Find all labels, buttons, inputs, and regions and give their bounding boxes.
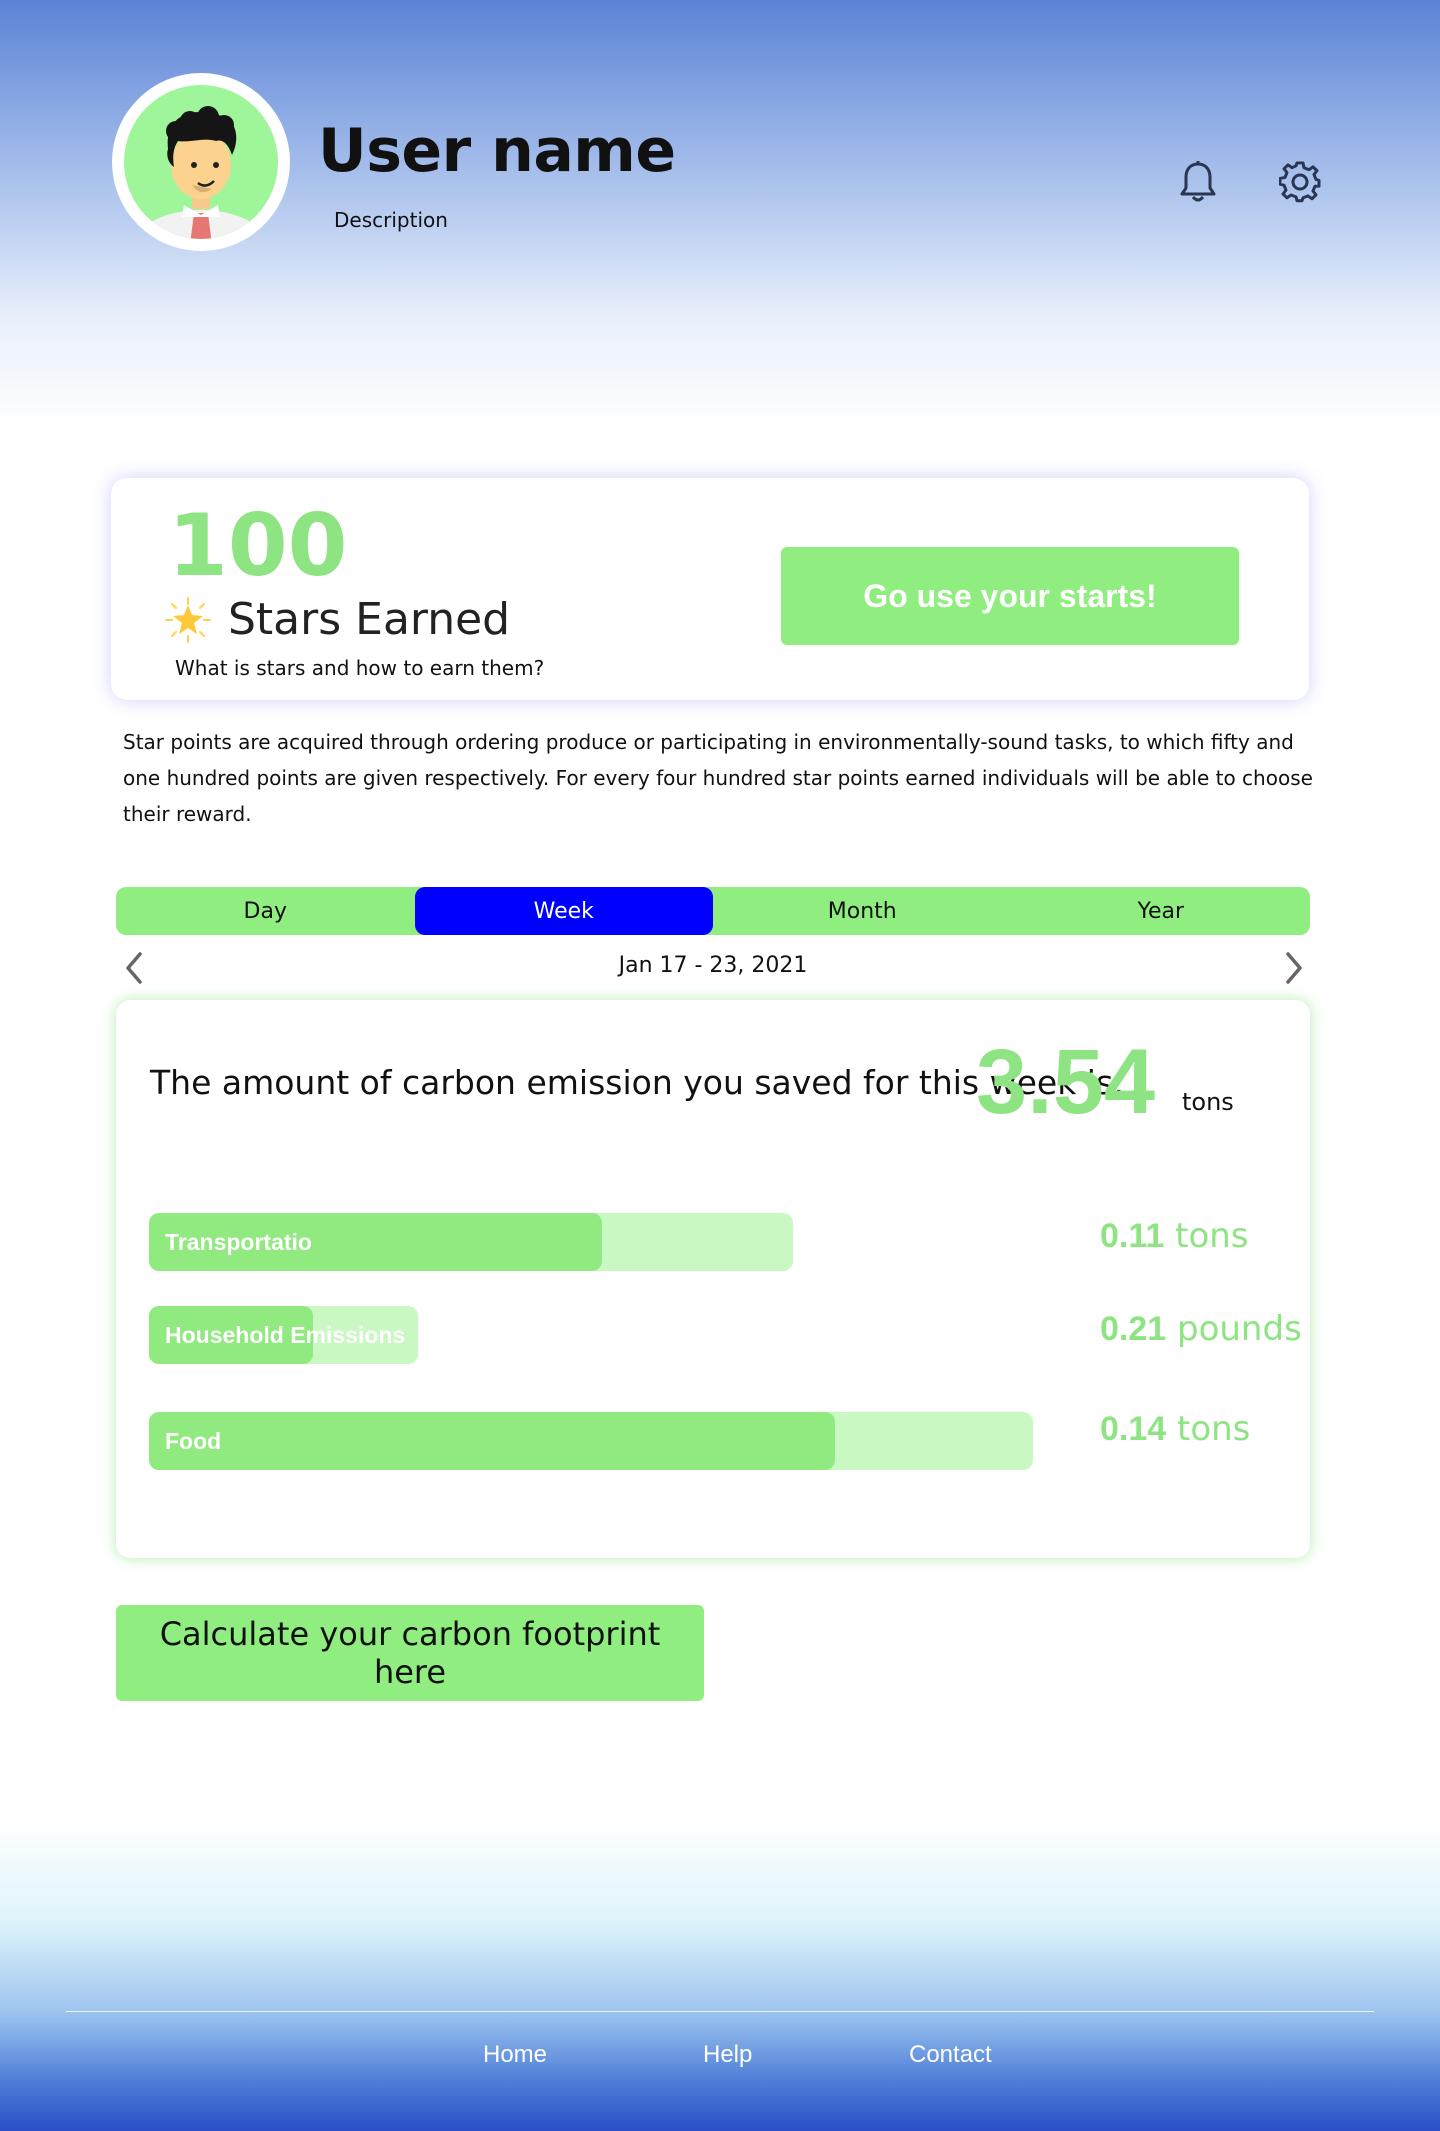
category-bar-food: Food bbox=[149, 1412, 1033, 1470]
avatar-illustration bbox=[124, 85, 278, 239]
star-icon bbox=[164, 596, 212, 644]
footer-link-help[interactable]: Help bbox=[703, 2041, 752, 2069]
footer-divider bbox=[66, 2011, 1374, 2012]
category-label: Transportatio bbox=[165, 1228, 312, 1255]
avatar[interactable] bbox=[112, 73, 290, 251]
stars-earned-label: Stars Earned bbox=[228, 594, 511, 645]
use-stars-button[interactable]: Go use your starts! bbox=[781, 547, 1239, 645]
footer-link-contact[interactable]: Contact bbox=[909, 2041, 992, 2069]
username: User name bbox=[318, 116, 676, 186]
category-value-transportation: 0.11 tons bbox=[1100, 1216, 1249, 1256]
notifications-bell-icon[interactable] bbox=[1176, 160, 1220, 204]
stars-help-link[interactable]: What is stars and how to earn them? bbox=[175, 656, 544, 680]
category-value-food: 0.14 tons bbox=[1100, 1409, 1250, 1449]
period-tabs: Day Week Month Year bbox=[116, 887, 1310, 935]
date-range: Jan 17 - 23, 2021 bbox=[618, 953, 808, 978]
user-description: Description bbox=[334, 208, 448, 232]
category-unit: pounds bbox=[1177, 1309, 1302, 1349]
footer-link-home[interactable]: Home bbox=[483, 2041, 547, 2069]
emissions-total-value: 3.54 bbox=[976, 1031, 1156, 1133]
category-amount: 0.11 bbox=[1100, 1217, 1165, 1255]
category-label: Food bbox=[165, 1427, 222, 1454]
tab-month[interactable]: Month bbox=[713, 887, 1012, 935]
emissions-total-unit: tons bbox=[1182, 1088, 1234, 1116]
stars-count: 100 bbox=[168, 496, 348, 596]
tab-day[interactable]: Day bbox=[116, 887, 415, 935]
calculate-footprint-button[interactable]: Calculate your carbon footprint here bbox=[116, 1605, 704, 1701]
category-unit: tons bbox=[1175, 1216, 1249, 1256]
tab-week[interactable]: Week bbox=[414, 887, 713, 935]
stars-explanation: Star points are acquired through orderin… bbox=[123, 730, 1313, 826]
category-bar-fill bbox=[149, 1412, 835, 1470]
category-amount: 0.21 bbox=[1100, 1310, 1167, 1348]
settings-gear-icon[interactable] bbox=[1278, 160, 1322, 204]
category-bar-transportation: Transportatio bbox=[149, 1213, 793, 1271]
category-amount: 0.14 bbox=[1100, 1410, 1167, 1448]
category-value-household: 0.21 pounds bbox=[1100, 1309, 1302, 1349]
category-bar-household: Household Emissions bbox=[149, 1306, 418, 1364]
category-unit: tons bbox=[1177, 1409, 1251, 1449]
tab-year[interactable]: Year bbox=[1012, 887, 1311, 935]
category-label: Household Emissions bbox=[165, 1321, 406, 1348]
chevron-right-icon[interactable] bbox=[1276, 948, 1310, 988]
